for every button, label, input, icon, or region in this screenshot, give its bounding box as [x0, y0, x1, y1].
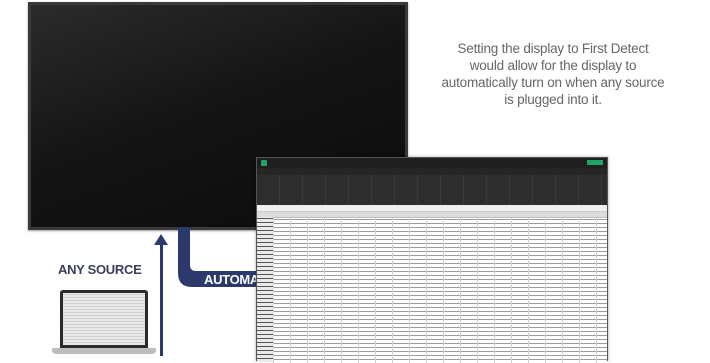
cell-grid [257, 218, 607, 363]
spreadsheet-window [256, 157, 608, 363]
laptop-spreadsheet [63, 293, 145, 345]
laptop-icon [60, 290, 148, 348]
any-source-label: ANY SOURCE [58, 262, 142, 277]
share-button [587, 160, 603, 165]
ribbon-tabs [257, 168, 607, 175]
source-arrow-line [160, 244, 163, 356]
row-labels [257, 217, 273, 362]
formula-bar [257, 205, 607, 212]
caption-text: Setting the display to First Detect woul… [441, 41, 665, 107]
excel-icon [261, 160, 267, 166]
window-titlebar [257, 158, 607, 168]
laptop-base [52, 348, 156, 354]
ribbon-toolbar [257, 175, 607, 205]
